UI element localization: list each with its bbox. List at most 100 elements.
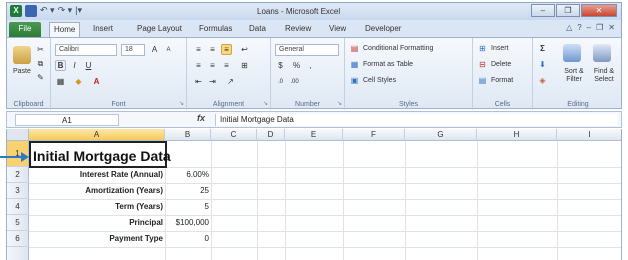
tab-formulas[interactable]: Formulas xyxy=(195,22,236,37)
cell-a2[interactable]: Interest Rate (Annual) xyxy=(29,169,163,181)
minimize-ribbon-icon[interactable]: △ xyxy=(566,23,572,32)
minimize-button[interactable]: – xyxy=(531,4,555,17)
borders-icon[interactable]: ▦ xyxy=(55,76,66,87)
orientation-icon[interactable]: ↗ xyxy=(225,76,236,87)
insert-cells-icon[interactable]: ⊞ xyxy=(477,43,488,54)
tab-insert[interactable]: Insert xyxy=(89,22,117,37)
grow-font-icon[interactable]: A xyxy=(149,44,160,55)
row-header-3[interactable]: 3 xyxy=(7,183,29,199)
window-close-icon[interactable]: ✕ xyxy=(608,23,615,32)
close-button[interactable]: ✕ xyxy=(581,4,617,17)
number-format-select[interactable]: General xyxy=(275,44,339,56)
tab-page-layout[interactable]: Page Layout xyxy=(133,22,186,37)
column-header-c[interactable]: C xyxy=(211,129,257,141)
find-select-button[interactable]: Find & Select xyxy=(589,68,619,84)
find-select-icon[interactable] xyxy=(593,44,611,62)
decrease-indent-icon[interactable]: ⇤ xyxy=(193,76,204,87)
sort-filter-button[interactable]: Sort & Filter xyxy=(559,68,589,84)
cut-icon[interactable]: ✂ xyxy=(35,44,46,55)
font-size-select[interactable]: 18 xyxy=(121,44,145,56)
cell-a3[interactable]: Amortization (Years) xyxy=(29,185,163,197)
conditional-formatting-icon[interactable]: ▤ xyxy=(349,43,360,54)
row-header-2[interactable]: 2 xyxy=(7,167,29,183)
help-icon[interactable]: ? xyxy=(577,23,581,32)
format-as-table-icon[interactable]: ▦ xyxy=(349,59,360,70)
percent-button[interactable]: % xyxy=(291,60,302,71)
column-header-d[interactable]: D xyxy=(257,129,285,141)
name-box[interactable]: A1 xyxy=(15,114,119,126)
shrink-font-icon[interactable]: A xyxy=(163,44,174,55)
cell-b5[interactable]: $100,000 xyxy=(165,217,209,229)
conditional-formatting-button[interactable]: Conditional Formatting xyxy=(363,45,433,52)
clear-icon[interactable]: ◈ xyxy=(537,75,548,86)
row-header-4[interactable]: 4 xyxy=(7,199,29,215)
select-all-button[interactable] xyxy=(7,129,29,141)
restore-button[interactable]: ❐ xyxy=(556,4,580,17)
comma-button[interactable]: , xyxy=(305,60,316,71)
font-color-icon[interactable]: A xyxy=(91,76,102,87)
cell-a1[interactable]: Initial Mortgage Data xyxy=(33,147,171,165)
font-dialog-launcher-icon[interactable]: ↘ xyxy=(179,100,184,107)
currency-button[interactable]: $ xyxy=(275,60,286,71)
align-bottom-icon[interactable]: ≡ xyxy=(221,44,232,55)
align-left-icon[interactable]: ≡ xyxy=(193,60,204,71)
cell-a5[interactable]: Principal xyxy=(29,217,163,229)
format-cells-icon[interactable]: ▤ xyxy=(477,75,488,86)
increase-indent-icon[interactable]: ⇥ xyxy=(207,76,218,87)
delete-cells-icon[interactable]: ⊟ xyxy=(477,59,488,70)
excel-logo-icon[interactable]: X xyxy=(10,5,22,17)
formula-input[interactable]: Initial Mortgage Data xyxy=(215,114,617,126)
fill-color-icon[interactable]: ◆ xyxy=(73,76,84,87)
paste-label[interactable]: Paste xyxy=(13,68,31,75)
merge-center-icon[interactable]: ⊞ xyxy=(239,60,250,71)
cell-styles-button[interactable]: Cell Styles xyxy=(363,77,396,84)
window-minimize-icon[interactable]: – xyxy=(587,23,591,32)
tab-file[interactable]: File xyxy=(9,22,41,37)
tab-data[interactable]: Data xyxy=(245,22,270,37)
undo-icon[interactable]: ↶ ▾ xyxy=(40,5,55,17)
save-icon[interactable] xyxy=(25,5,37,17)
tab-home[interactable]: Home xyxy=(49,22,81,37)
fx-icon[interactable]: fx xyxy=(197,113,205,123)
decrease-decimal-icon[interactable]: .00 xyxy=(289,76,300,87)
row-header-5[interactable]: 5 xyxy=(7,215,29,231)
copy-icon[interactable]: ⧉ xyxy=(35,58,46,69)
column-header-h[interactable]: H xyxy=(477,129,557,141)
wrap-text-icon[interactable]: ↩ xyxy=(239,44,250,55)
sort-filter-icon[interactable] xyxy=(563,44,581,62)
fill-icon[interactable]: ⬇ xyxy=(537,59,548,70)
cell-a6[interactable]: Payment Type xyxy=(29,233,163,245)
cell-b3[interactable]: 25 xyxy=(165,185,209,197)
align-middle-icon[interactable]: ≡ xyxy=(207,44,218,55)
delete-cells-button[interactable]: Delete xyxy=(491,61,511,68)
increase-decimal-icon[interactable]: .0 xyxy=(275,76,286,87)
worksheet-grid[interactable]: A B C D E F G H I 1 2 3 4 5 6 Initial Mo… xyxy=(6,129,622,260)
insert-cells-button[interactable]: Insert xyxy=(491,45,509,52)
align-center-icon[interactable]: ≡ xyxy=(207,60,218,71)
column-header-e[interactable]: E xyxy=(285,129,343,141)
number-dialog-launcher-icon[interactable]: ↘ xyxy=(337,100,342,107)
bold-button[interactable]: B xyxy=(55,60,66,71)
column-header-a[interactable]: A xyxy=(29,129,165,141)
tab-developer[interactable]: Developer xyxy=(361,22,405,37)
cell-a4[interactable]: Term (Years) xyxy=(29,201,163,213)
customize-qat-icon[interactable]: |▾ xyxy=(75,5,82,17)
column-header-g[interactable]: G xyxy=(405,129,477,141)
redo-icon[interactable]: ↷ ▾ xyxy=(58,5,73,17)
cell-styles-icon[interactable]: ▣ xyxy=(349,75,360,86)
cell-b2[interactable]: 6.00% xyxy=(165,169,209,181)
alignment-dialog-launcher-icon[interactable]: ↘ xyxy=(263,100,268,107)
row-header-6[interactable]: 6 xyxy=(7,231,29,247)
row-header-7[interactable] xyxy=(7,247,29,260)
window-restore-icon[interactable]: ❐ xyxy=(596,23,603,32)
italic-button[interactable]: I xyxy=(69,60,80,71)
cell-b4[interactable]: 5 xyxy=(165,201,209,213)
align-right-icon[interactable]: ≡ xyxy=(221,60,232,71)
cell-b6[interactable]: 0 xyxy=(165,233,209,245)
paste-icon[interactable] xyxy=(13,46,31,64)
tab-review[interactable]: Review xyxy=(281,22,315,37)
align-top-icon[interactable]: ≡ xyxy=(193,44,204,55)
format-cells-button[interactable]: Format xyxy=(491,77,513,84)
column-header-i[interactable]: I xyxy=(557,129,621,141)
tab-view[interactable]: View xyxy=(325,22,350,37)
